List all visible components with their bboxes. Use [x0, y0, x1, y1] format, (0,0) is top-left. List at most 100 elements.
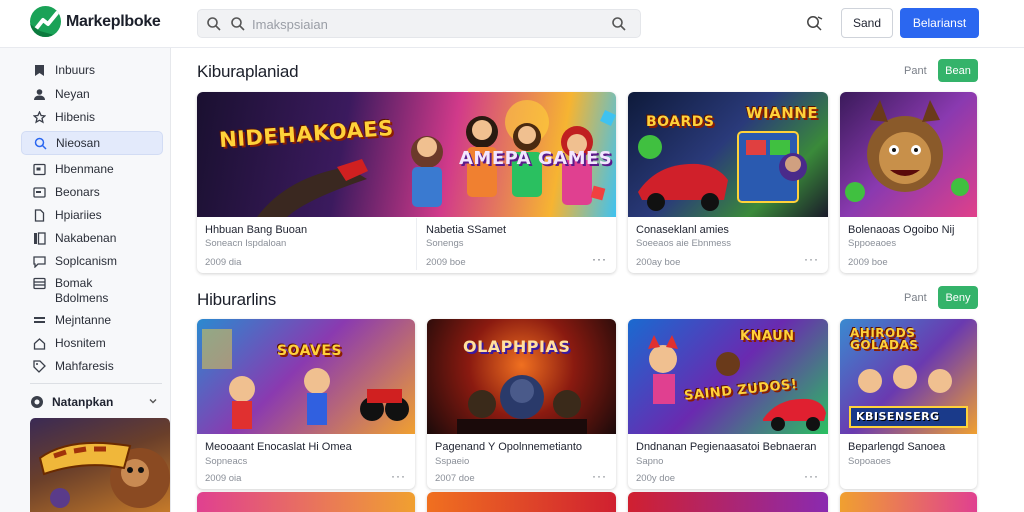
- sidebar-item-13[interactable]: Mahfaresis: [21, 354, 163, 378]
- game-card-subtitle: Sppoeaoes: [848, 238, 897, 249]
- sidebar-item-5[interactable]: Hbenmane: [21, 157, 163, 181]
- chevron-down-icon[interactable]: [148, 396, 158, 406]
- sidebar-item-label: Hpiariies: [55, 208, 102, 222]
- game-card[interactable]: OLAPHPIAS Pagenand Y Opolnnemetianto Ssp…: [427, 319, 616, 489]
- game-card-subtitle: Sspaeio: [435, 456, 470, 467]
- section-title: Kiburaplaniad: [197, 62, 299, 81]
- section-button[interactable]: Beny: [938, 286, 978, 309]
- section-button[interactable]: Bean: [938, 59, 978, 82]
- sidebar-item-label: Bomak: [55, 276, 93, 290]
- game-card-meta: 2009 boe: [426, 257, 466, 268]
- game-art-image: [840, 92, 977, 217]
- sidebar-item-2[interactable]: Neyan: [21, 82, 163, 106]
- sidebar-item-12[interactable]: Hosnitem: [21, 331, 163, 355]
- columns-icon: [34, 231, 46, 245]
- game-card[interactable]: [840, 492, 977, 512]
- more-options-icon[interactable]: ···: [592, 469, 607, 483]
- game-card[interactable]: SOAVES Meooaant Enocaslat Hi Omea Sopnea…: [197, 319, 415, 489]
- more-options-icon[interactable]: ···: [804, 469, 819, 483]
- game-card[interactable]: AHIRODS GOLADAS KBISENSERG Beparlengd Sa…: [840, 319, 977, 489]
- sidebar-item-7[interactable]: Hpiariies: [21, 203, 163, 227]
- search-input[interactable]: [252, 14, 572, 34]
- inbox-icon: [33, 277, 46, 290]
- search-bar[interactable]: [197, 9, 641, 38]
- game-card-title: Pagenand Y Opolnnemetianto: [435, 441, 582, 453]
- sidebar-item-label: Soplcanism: [55, 254, 118, 268]
- sidebar-item-label: Neyan: [55, 87, 90, 101]
- sidebar-item-label: Mahfaresis: [55, 359, 114, 373]
- section-title: Hiburarlins: [197, 290, 277, 309]
- document-icon: [34, 208, 45, 222]
- game-art-subtitle: AMEPA GAMES: [459, 148, 613, 169]
- sidebar-item-label: Hosnitem: [55, 336, 106, 350]
- game-art-subtitle: WIANNE: [746, 104, 819, 122]
- game-art-image: AHIRODS GOLADAS KBISENSERG: [840, 319, 977, 434]
- more-options-icon[interactable]: ···: [804, 252, 819, 266]
- game-card-meta: 2009 dia: [205, 257, 242, 268]
- sidebar: Inbuurs Neyan Hibenis Nieosan Hbenmane B…: [0, 48, 171, 512]
- game-art-title: OLAPHPIAS: [463, 337, 571, 356]
- home-icon: [33, 337, 46, 350]
- sidebar-item-6[interactable]: Beonars: [21, 180, 163, 204]
- sidebar-item-11[interactable]: Mejntanne: [21, 308, 163, 332]
- primary-button[interactable]: Belarianst: [900, 8, 979, 38]
- window-icon: [33, 163, 46, 175]
- search-icon: [231, 17, 245, 31]
- sidebar-item-8[interactable]: Nakabenan: [21, 226, 163, 250]
- more-options-icon[interactable]: ···: [592, 252, 607, 266]
- game-art-title: AHIRODS GOLADAS: [850, 326, 919, 352]
- list-icon: [34, 316, 45, 323]
- game-card[interactable]: [628, 492, 828, 512]
- search-submit-icon[interactable]: [611, 16, 627, 32]
- game-card-subtitle: Sopoaoes: [848, 456, 891, 467]
- secondary-button[interactable]: Sand: [841, 8, 893, 38]
- game-art-image: KNAUN SAIND ZUDOS!: [628, 319, 828, 434]
- game-card-subtitle: Soneacn Ispdaloan: [205, 238, 287, 249]
- card-divider: [416, 218, 417, 270]
- sidebar-item-9[interactable]: Soplcanism: [21, 249, 163, 273]
- brand-logo-icon[interactable]: [30, 6, 61, 37]
- game-card-title: Bolenaoas Ogoibo Nij: [848, 224, 955, 236]
- sidebar-item-label: Mejntanne: [55, 313, 112, 327]
- game-card-title: Conaseklanl amies: [636, 224, 729, 236]
- search-icon: [34, 137, 47, 150]
- game-card[interactable]: KNAUN SAIND ZUDOS! Dndnanan Pegienaasato…: [628, 319, 828, 489]
- game-card[interactable]: BOARDS WIANNE Conaseklanl amies Soeeaos …: [628, 92, 828, 273]
- top-bar: Markeplboke Sand Belarianst: [0, 0, 1024, 48]
- sidebar-item-10[interactable]: Bomak Bdolmens: [21, 273, 163, 307]
- sidebar-item-3[interactable]: Hibenis: [21, 105, 163, 129]
- game-art-image: NIDEHAKOAES AMEPA GAMES: [197, 92, 616, 217]
- globe-icon: [31, 396, 43, 408]
- game-card-title: Meooaant Enocaslat Hi Omea: [205, 441, 352, 453]
- sidebar-section-header[interactable]: Natanpkan: [30, 392, 162, 412]
- game-art-subtitle: KBISENSERG: [856, 410, 940, 423]
- sidebar-item-1[interactable]: Inbuurs: [21, 58, 163, 82]
- more-options-icon[interactable]: ···: [391, 469, 406, 483]
- user-icon: [34, 88, 45, 100]
- notifications-icon[interactable]: [806, 15, 824, 31]
- game-card-info[interactable]: Nabetia SSamet Sonengs 2009 boe ···: [418, 216, 616, 273]
- game-card[interactable]: Bolenaoas Ogoibo Nij Sppoeaoes 2009 boe: [840, 92, 977, 273]
- game-art-title: SOAVES: [277, 343, 342, 359]
- game-card-title: Dndnanan Pegienaasatoi Bebnaeran: [636, 441, 817, 453]
- sidebar-item-label: Inbuurs: [55, 63, 96, 77]
- sidebar-item-label: Nakabenan: [55, 231, 117, 245]
- sidebar-promo-image[interactable]: [30, 418, 170, 512]
- sidebar-item-label: Beonars: [55, 185, 100, 199]
- brand-name[interactable]: Markeplboke: [66, 13, 161, 31]
- game-card[interactable]: [197, 492, 415, 512]
- section-link[interactable]: Pant: [904, 292, 927, 304]
- sidebar-item-4[interactable]: Nieosan: [21, 131, 163, 155]
- game-card-title: Beparlengd Sanoea: [848, 441, 946, 453]
- game-card-title: Nabetia SSamet: [426, 224, 507, 236]
- game-card-subtitle: Soeeaos aie Ebnmess: [636, 238, 732, 249]
- game-card-subtitle: Sapno: [636, 456, 664, 467]
- search-icon: [207, 17, 221, 31]
- section-link[interactable]: Pant: [904, 65, 927, 77]
- game-art-title: KNAUN: [740, 329, 795, 344]
- star-icon: [33, 110, 46, 124]
- game-card[interactable]: [427, 492, 616, 512]
- game-art-title: BOARDS: [646, 114, 715, 130]
- game-card-meta: 200y doe: [636, 473, 676, 484]
- game-card-meta: 200ay boe: [636, 257, 681, 268]
